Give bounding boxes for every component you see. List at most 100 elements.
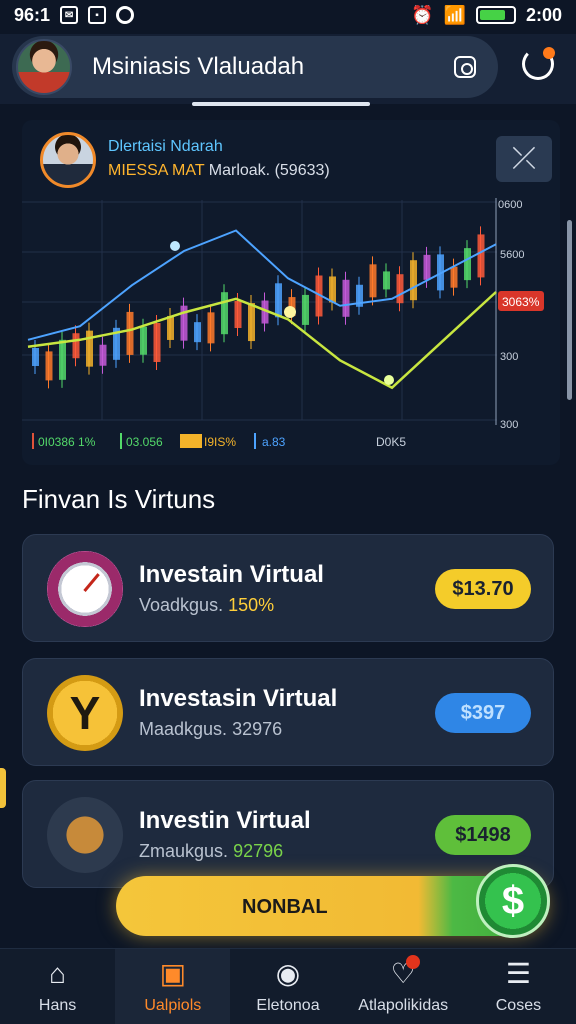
chart-subtitle-rest: Marloak. (59633): [204, 162, 330, 179]
nav-label: Ualpiols: [144, 996, 202, 1014]
dollar-coin-icon[interactable]: $: [476, 864, 550, 938]
card-title: Investin Virtual: [139, 807, 311, 834]
tab-indicator: [192, 102, 370, 106]
avatar[interactable]: [16, 39, 72, 95]
candle-body: [464, 248, 471, 281]
card-sub-value: 150%: [228, 595, 275, 615]
nav-item-menu[interactable]: ☰ Coses: [461, 949, 576, 1024]
nav-label: Coses: [495, 996, 542, 1014]
candle-body: [207, 312, 215, 344]
page-title: Msiniasis Vlaluadah: [92, 53, 305, 80]
price-pill[interactable]: $13.70: [435, 569, 531, 609]
candle-body: [86, 330, 93, 367]
chart-profile-subtitle: MIESSA MAT Marloak. (59633): [108, 162, 330, 180]
chart-close-button[interactable]: ⤫: [496, 136, 552, 182]
nav-item-explore[interactable]: ◉ Eletonoa: [230, 949, 345, 1024]
candle-body: [140, 326, 147, 355]
battery-icon: [475, 6, 516, 24]
nav-item-portfolio[interactable]: ▣ Ualpiols: [115, 949, 231, 1024]
nav-item-home[interactable]: ⌂ Hans: [0, 949, 115, 1024]
investment-card[interactable]: Investin Virtual Zmaukgus. 92796 $1498: [22, 780, 554, 888]
candle-body: [450, 266, 458, 288]
section-title: Finvan Is Virtuns: [22, 484, 216, 514]
card-sub-label: Voadkgus.: [139, 595, 224, 615]
investment-card[interactable]: Investain Virtual Voadkgus. 150% $13.70: [22, 534, 554, 642]
app-icon: ▪: [88, 6, 107, 24]
wifi-icon: 📶: [443, 4, 466, 25]
candle-body: [423, 254, 431, 280]
chart-footer-item: 03.056: [126, 435, 163, 449]
candle-body: [234, 301, 242, 329]
gridlines: [22, 198, 497, 425]
nonbal-button[interactable]: NONBAL $: [116, 864, 550, 938]
candle-body: [153, 322, 161, 362]
chart-subtitle-highlight: MIESSA MAT: [108, 162, 205, 179]
coin-icon: [47, 675, 123, 751]
candle-body: [167, 315, 174, 340]
mail-icon: ✉: [60, 6, 79, 24]
candle-body: [383, 271, 390, 290]
card-subtitle: Voadkgus. 150%: [139, 595, 274, 616]
status-time-right: 2:00: [525, 4, 562, 25]
candle-body: [477, 234, 485, 278]
clock-icon: [47, 551, 123, 627]
investment-card[interactable]: Investasin Virtual Maadkgus. 32976 $397: [22, 658, 554, 766]
candle-body: [329, 276, 336, 303]
nav-label: Atlapolikidas: [358, 996, 449, 1014]
nav-label: Eletonoa: [256, 996, 320, 1014]
y-tick-label: 0600: [498, 199, 522, 211]
robot-icon: [47, 797, 123, 873]
camera-icon[interactable]: [454, 56, 476, 78]
chart-glow-point: [284, 306, 296, 318]
nav-label: Hans: [38, 996, 77, 1014]
compass-icon: ◉: [275, 957, 301, 989]
candle-body: [72, 333, 80, 359]
card-sub-value: 32976: [232, 719, 283, 739]
card-sub-value: 92796: [233, 841, 284, 861]
y-tick-label: 300: [500, 351, 518, 363]
card-sub-label: Zmaukgus.: [139, 841, 229, 861]
price-pill[interactable]: $1498: [435, 815, 531, 855]
chart-profile-avatar[interactable]: [40, 132, 96, 188]
card-sub-label: Maadkgus.: [139, 719, 228, 739]
candle-body: [369, 264, 377, 298]
y-tick-label: 300: [500, 419, 518, 431]
candle-body: [275, 283, 282, 318]
chart-glow-point: [170, 241, 180, 251]
header-pill[interactable]: Msiniasis Vlaluadah: [12, 36, 498, 98]
status-time-left: 96:1: [14, 4, 51, 25]
candle-body: [302, 294, 309, 325]
card-title: Investasin Virtual: [139, 685, 338, 712]
card-title: Investain Virtual: [139, 561, 324, 588]
candle-body: [194, 322, 201, 343]
menu-icon: ☰: [505, 957, 531, 989]
card-subtitle: Maadkgus. 32976: [139, 719, 282, 740]
card-subtitle: Zmaukgus. 92796: [139, 841, 283, 862]
price-pill[interactable]: $397: [435, 693, 531, 733]
side-drawer-handle[interactable]: [0, 768, 6, 808]
cta-label: NONBAL: [242, 896, 328, 918]
refresh-icon[interactable]: [522, 47, 555, 80]
app-header: Msiniasis Vlaluadah: [0, 34, 576, 106]
candle-body: [396, 274, 404, 304]
sync-icon: [116, 6, 135, 24]
candle-body: [126, 311, 134, 355]
candle-body: [99, 344, 107, 366]
scrollbar[interactable]: [567, 220, 572, 400]
candle-body: [342, 279, 350, 317]
bottom-nav: ⌂ Hans ▣ Ualpiols ◉ Eletonoa ♡ Atlapolik…: [0, 948, 576, 1024]
chart-card: 0600 5600 300 300 3063% 0I0386 1% 03.056…: [22, 120, 560, 465]
candle-body: [59, 339, 66, 380]
alarm-icon: ⏰: [411, 4, 434, 25]
chart-glow-point: [384, 375, 394, 385]
chart-footer-item: a.83: [262, 435, 286, 449]
candle-body: [410, 260, 417, 301]
home-icon: ⌂: [49, 957, 67, 989]
notification-badge: [405, 955, 420, 969]
nav-item-watchlist[interactable]: ♡ Atlapolikidas: [346, 949, 461, 1024]
candle-body: [248, 303, 255, 342]
status-bar: 96:1 ✉ ▪ ⏰ 📶 2:00: [0, 0, 576, 30]
chart-profile-name: Dlertaisi Ndarah: [108, 138, 223, 155]
briefcase-icon: ▣: [159, 957, 187, 989]
chart-footer: 0I0386 1% 03.056 I9IS% a.83 D0K5: [32, 433, 406, 449]
